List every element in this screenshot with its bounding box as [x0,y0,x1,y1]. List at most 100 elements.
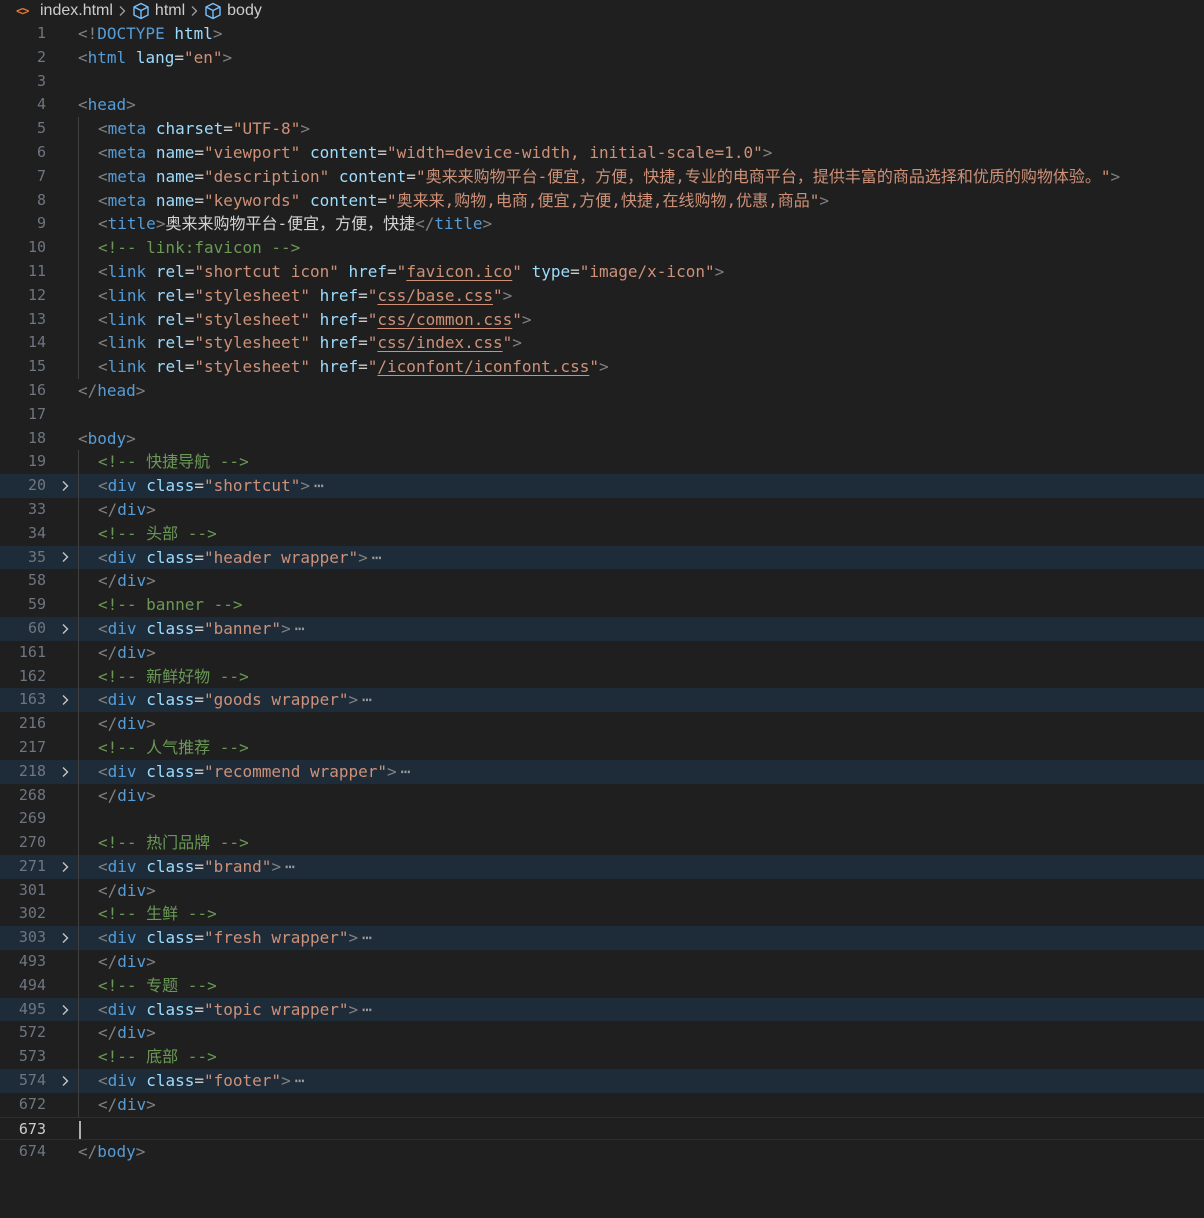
fold-chevron-icon[interactable] [58,926,72,950]
code-text: <!-- 新鲜好物 --> [98,666,249,686]
code-line[interactable]: 13 <link rel="stylesheet" href="css/commo… [0,307,1204,332]
code-line[interactable]: 16 </head> [0,379,1204,403]
fold-chevron-icon[interactable] [58,546,72,570]
code-line[interactable]: 495 <div class="topic wrapper"> ⋯ [0,997,1204,1022]
code-line[interactable]: 494 <!-- 专题 --> [0,973,1204,998]
code-line[interactable]: 35 <div class="header wrapper"> ⋯ [0,545,1204,570]
code-line[interactable]: 3 [0,70,1204,94]
line-number: 217 [18,737,46,756]
code-line[interactable]: 301 </div> [0,878,1204,903]
code-line[interactable]: 4 <head> [0,93,1204,117]
line-number: 218 [18,761,46,780]
code-text: <link rel="stylesheet" href="css/index.c… [98,333,522,353]
code-text: </div> [98,1094,156,1114]
code-line[interactable]: 216 </div> [0,712,1204,736]
code-line[interactable]: 268 </div> [0,783,1204,808]
code-line[interactable]: 673 [0,1116,1204,1141]
code-line[interactable]: 6 <meta name="viewport" content="width=de… [0,140,1204,165]
code-line[interactable]: 33 </div> [0,497,1204,522]
code-line[interactable]: 59 <!-- banner --> [0,593,1204,617]
fold-chevron-icon[interactable] [58,1069,72,1093]
line-number: 6 [36,142,46,161]
code-line[interactable]: 493 </div> [0,950,1204,974]
code-line[interactable]: 302 <!-- 生鲜 --> [0,902,1204,927]
indent-guide [78,1021,79,1046]
line-number: 3 [36,71,46,90]
code-line[interactable]: 15 <link rel="stylesheet" href="/iconfont… [0,355,1204,379]
code-line[interactable]: 58 </div> [0,569,1204,594]
code-line[interactable]: 11 <link rel="shortcut icon" href="favico… [0,259,1204,284]
line-number: 271 [18,856,46,875]
code-line[interactable]: 672 </div> [0,1092,1204,1117]
indent-guide [78,188,79,213]
code-line[interactable]: 163 <div class="goods wrapper"> ⋯ [0,688,1204,713]
code-line[interactable]: 17 [0,403,1204,427]
code-text: <div class="brand"> ⋯ [98,856,295,876]
indent-guide [78,831,79,855]
code-line[interactable]: 12 <link rel="stylesheet" href="css/base.… [0,283,1204,308]
code-text: <!-- 快捷导航 --> [98,452,249,472]
line-number: 268 [18,785,46,804]
line-number: 270 [18,833,46,852]
line-number: 34 [27,523,46,542]
code-line[interactable]: 10 <!-- link:favicon --> [0,236,1204,260]
line-number: 163 [18,690,46,709]
indent-guide [78,212,79,237]
line-number: 18 [27,428,46,447]
code-line[interactable]: 60 <div class="banner"> ⋯ [0,616,1204,641]
breadcrumb-html[interactable]: html [132,0,185,22]
code-line[interactable]: 573 <!-- 底部 --> [0,1045,1204,1070]
fold-chevron-icon[interactable] [58,760,72,784]
code-line[interactable]: 572 </div> [0,1021,1204,1046]
code-line[interactable]: 14 <link rel="stylesheet" href="css/index… [0,331,1204,356]
code-text: <link rel="stylesheet" href="/iconfont/i… [98,357,609,377]
line-number: 4 [36,95,46,114]
breadcrumb-file[interactable]: <> index.html [0,0,113,22]
code-line[interactable]: 162 <!-- 新鲜好物 --> [0,664,1204,689]
code-text: <!-- 生鲜 --> [98,904,217,924]
code-line[interactable]: 8 <meta name="keywords" content="奥来来,购物,电… [0,188,1204,213]
indent-guide [78,1069,79,1093]
code-line[interactable]: 271 <div class="brand"> ⋯ [0,854,1204,879]
line-number: 673 [18,1119,46,1138]
code-line[interactable]: 270 <!-- 热门品牌 --> [0,831,1204,855]
code-line[interactable]: 303 <div class="fresh wrapper"> ⋯ [0,926,1204,951]
code-text: </div> [98,1023,156,1043]
code-line[interactable]: 19 <!-- 快捷导航 --> [0,450,1204,475]
code-line[interactable]: 574 <div class="footer"> ⋯ [0,1069,1204,1093]
code-line[interactable]: 269 [0,807,1204,832]
code-line[interactable]: 5 <meta charset="UTF-8"> [0,117,1204,141]
code-line[interactable]: 674 </body> [0,1140,1204,1164]
fold-chevron-icon[interactable] [58,617,72,641]
breadcrumb-body[interactable]: body [204,0,262,22]
code-line[interactable]: 7 <meta name="description" content="奥来来购物… [0,164,1204,189]
code-line[interactable]: 161 </div> [0,640,1204,665]
code-line[interactable]: 1 <!DOCTYPE html> [0,22,1204,46]
line-number: 269 [18,809,46,828]
code-line[interactable]: 218 <div class="recommend wrapper"> ⋯ [0,759,1204,784]
fold-chevron-icon[interactable] [58,998,72,1022]
line-number: 303 [18,928,46,947]
code-line[interactable]: 18 <body> [0,427,1204,451]
line-number: 8 [36,190,46,209]
code-text: <link rel="stylesheet" href="css/common.… [98,309,532,329]
code-text: <meta name="keywords" content="奥来来,购物,电商… [98,190,830,210]
code-line[interactable]: 9 <title>奥来来购物平台-便宜，方便，快捷</title> [0,212,1204,237]
indent-guide [78,1092,79,1117]
fold-chevron-icon[interactable] [58,688,72,712]
code-line[interactable]: 217 <!-- 人气推荐 --> [0,735,1204,760]
line-number: 11 [27,261,46,280]
code-text: <div class="footer"> ⋯ [98,1071,305,1091]
code-editor[interactable]: 1 <!DOCTYPE html> 2 <html lang="en"> 3 4 <head… [0,22,1204,1164]
code-line[interactable]: 34 <!-- 头部 --> [0,521,1204,546]
line-number: 35 [27,547,46,566]
fold-chevron-icon[interactable] [58,474,72,498]
line-number: 672 [18,1094,46,1113]
line-number: 493 [18,952,46,971]
fold-chevron-icon[interactable] [58,855,72,879]
code-text: <!-- 人气推荐 --> [98,737,249,757]
code-line[interactable]: 20 <div class="shortcut"> ⋯ [0,474,1204,498]
code-line[interactable]: 2 <html lang="en"> [0,46,1204,70]
html-file-icon: <> [16,4,29,18]
line-number: 216 [18,714,46,733]
